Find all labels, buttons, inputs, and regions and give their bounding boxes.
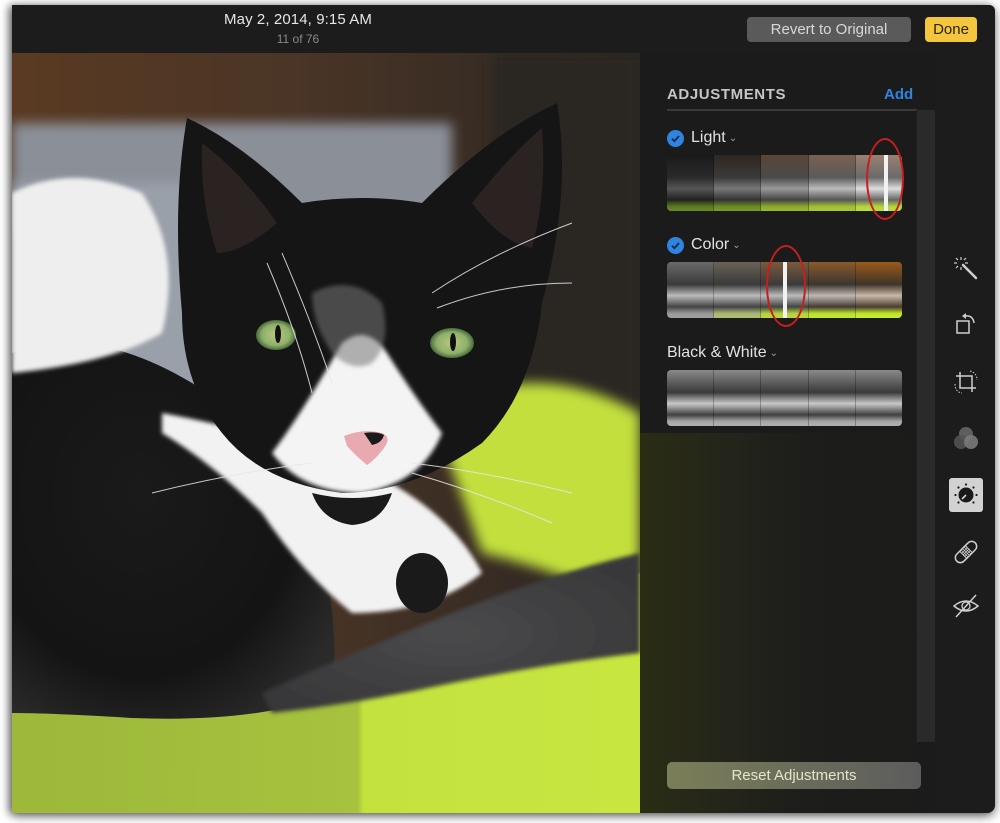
rotate-tool-button[interactable]: [949, 307, 983, 341]
rotate-icon: [956, 313, 975, 334]
thumb: [855, 370, 902, 426]
checkmark-icon: [671, 134, 680, 143]
crop-tool-button[interactable]: [949, 365, 983, 399]
chevron-down-icon[interactable]: ⌄: [729, 133, 737, 144]
thumb: [761, 155, 809, 211]
adjustments-panel: ADJUSTMENTS Add Light ⌄ Color ⌄ Black & …: [640, 53, 936, 813]
light-slider-handle[interactable]: [884, 155, 888, 211]
cat-photo: [12, 53, 640, 813]
filters-icon: [954, 427, 978, 449]
reset-adjustments-button[interactable]: Reset Adjustments: [667, 762, 921, 789]
thumb: [808, 155, 856, 211]
photo-date-title: May 2, 2014, 9:15 AM: [224, 11, 372, 28]
filters-tool-button[interactable]: [949, 422, 983, 456]
divider: [667, 109, 917, 111]
magic-wand-icon: [954, 257, 978, 280]
thumb: [808, 262, 856, 318]
chevron-down-icon[interactable]: ⌄: [732, 240, 740, 251]
done-button[interactable]: Done: [925, 17, 977, 42]
color-enable-checkbox[interactable]: [667, 236, 684, 254]
photo-canvas[interactable]: [12, 53, 640, 813]
thumb: [855, 262, 902, 318]
thumb: [714, 370, 762, 426]
scrollbar[interactable]: [916, 110, 936, 742]
retouch-tool-button[interactable]: [949, 535, 983, 569]
adjust-dial-icon: [954, 483, 978, 504]
enhance-tool-button[interactable]: [949, 251, 983, 285]
light-enable-checkbox[interactable]: [667, 129, 684, 147]
bandage-icon: [954, 540, 978, 564]
adjustments-heading: ADJUSTMENTS: [667, 86, 787, 103]
thumb: [855, 155, 902, 211]
crop-icon: [954, 370, 978, 394]
thumb: [808, 370, 856, 426]
black-white-label[interactable]: Black & White: [667, 344, 767, 362]
thumb: [667, 370, 715, 426]
edit-tools-strip: [935, 53, 995, 813]
add-adjustment-button[interactable]: Add: [884, 86, 913, 103]
color-label[interactable]: Color: [691, 236, 729, 254]
red-eye-icon: [952, 594, 980, 618]
light-label[interactable]: Light: [691, 129, 726, 147]
light-slider-strip[interactable]: [667, 155, 902, 211]
thumb: [761, 370, 809, 426]
black-white-slider-strip[interactable]: [667, 370, 902, 426]
red-eye-tool-button[interactable]: [949, 589, 983, 623]
chevron-down-icon[interactable]: ⌄: [770, 348, 778, 359]
thumb: [667, 155, 715, 211]
photo-index-counter: 11 of 76: [276, 32, 320, 46]
revert-to-original-button[interactable]: Revert to Original: [747, 17, 911, 42]
thumb: [667, 262, 715, 318]
thumb: [714, 262, 762, 318]
checkmark-icon: [671, 241, 680, 250]
adjust-tool-button[interactable]: [949, 478, 983, 512]
title-bar: May 2, 2014, 9:15 AM 11 of 76 Revert to …: [12, 5, 995, 54]
color-slider-handle[interactable]: [783, 262, 787, 318]
thumb: [714, 155, 762, 211]
photos-edit-window: May 2, 2014, 9:15 AM 11 of 76 Revert to …: [12, 5, 995, 813]
